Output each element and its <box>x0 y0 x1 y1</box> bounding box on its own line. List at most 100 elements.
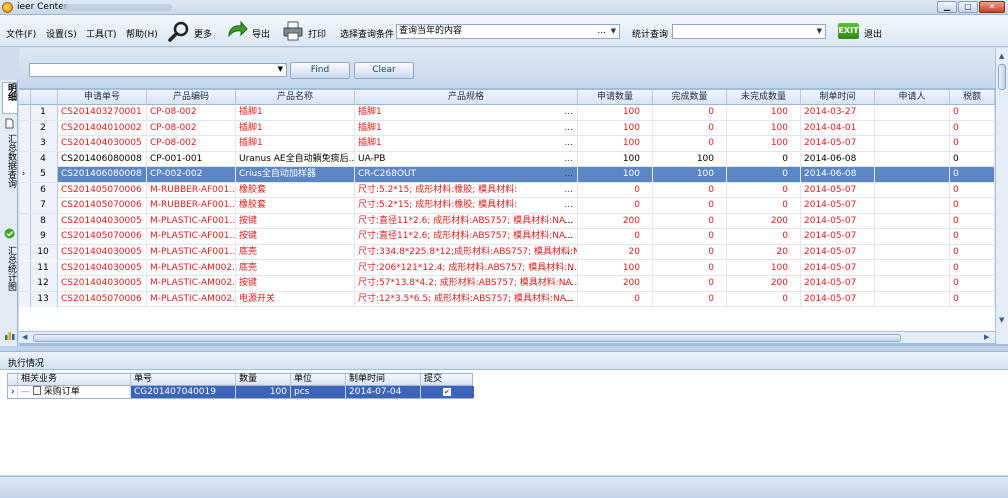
row-indicator[interactable] <box>19 151 31 167</box>
scroll-left-icon[interactable]: ◀ <box>22 333 27 341</box>
undone-qty-cell[interactable]: 100 <box>727 120 801 136</box>
product-name-cell[interactable]: 插脚1 <box>236 120 355 136</box>
header-request-qty[interactable]: 申请数量 <box>578 90 653 105</box>
product-spec-cell[interactable]: 尺寸:57*13.8*4.2; 成形材料:ABS757; 模具材料:NA... <box>355 276 578 292</box>
exec-no-cell[interactable]: CG201407040019 <box>131 386 236 398</box>
request-no-cell[interactable]: CS201404030005 <box>58 136 147 152</box>
applicant-cell[interactable] <box>875 229 950 245</box>
product-name-cell[interactable]: 插脚1 <box>236 136 355 152</box>
tax-cell[interactable]: 0 <box>950 244 995 260</box>
product-code-cell[interactable]: M-PLASTIC-AF001... <box>147 229 236 245</box>
expand-chevron-icon[interactable]: › <box>8 386 18 398</box>
menu-file[interactable]: 文件(F) <box>6 27 36 40</box>
row-index[interactable]: 7 <box>31 198 58 214</box>
applicant-cell[interactable] <box>875 276 950 292</box>
vertical-scroll-thumb[interactable] <box>998 64 1006 90</box>
tax-cell[interactable]: 0 <box>950 260 995 276</box>
exec-business-cell[interactable]: — 采购订单 <box>18 386 131 398</box>
tax-cell[interactable]: 0 <box>950 167 995 183</box>
product-code-cell[interactable]: CP-002-002 <box>147 167 236 183</box>
product-name-cell[interactable]: 按键 <box>236 229 355 245</box>
done-qty-cell[interactable]: 0 <box>653 244 727 260</box>
undone-qty-cell[interactable]: 100 <box>727 105 801 120</box>
row-index[interactable]: 6 <box>31 182 58 198</box>
product-name-cell[interactable]: 插脚1 <box>236 105 355 120</box>
header-request-no[interactable]: 申请单号 <box>58 90 147 105</box>
request-no-cell[interactable]: CS201404010002 <box>58 120 147 136</box>
product-spec-cell[interactable]: 插脚1 <box>355 105 578 120</box>
submitted-checkbox[interactable]: ✔ <box>443 388 451 396</box>
menu-settings[interactable]: 设置(S) <box>46 27 77 40</box>
minimize-button[interactable]: ▁ <box>937 1 957 13</box>
horizontal-scrollbar[interactable]: ◀ ▶ <box>19 331 995 343</box>
create-date-cell[interactable]: 2014-05-07 <box>801 244 875 260</box>
more-label[interactable]: 更多 <box>194 27 212 40</box>
row-index[interactable]: 4 <box>31 151 58 167</box>
product-code-cell[interactable]: M-RUBBER-AF001... <box>147 198 236 214</box>
printer-icon[interactable] <box>282 20 304 42</box>
request-qty-cell[interactable]: 20 <box>578 244 653 260</box>
applicant-cell[interactable] <box>875 120 950 136</box>
applicant-cell[interactable] <box>875 167 950 183</box>
table-row[interactable]: 10 CS201404030005 M-PLASTIC-AF001... 底壳 尺寸:3… <box>19 244 995 261</box>
row-index[interactable]: 12 <box>31 276 58 292</box>
undone-qty-cell[interactable]: 100 <box>727 260 801 276</box>
product-code-cell[interactable]: CP-001-001 <box>147 151 236 167</box>
table-row[interactable]: 7 CS201405070006 M-RUBBER-AF001... 橡胶套 尺寸:5.… <box>19 198 995 214</box>
table-row[interactable]: › 5 CS201406080008 CP-002-002 Crius全自动加样器 CR-… <box>19 167 995 183</box>
table-row[interactable]: 13 CS201405070006 M-PLASTIC-AM002... 电源开关 尺寸… <box>19 291 995 308</box>
header-product-code[interactable]: 产品编码 <box>147 90 236 105</box>
request-no-cell[interactable]: CS201404030005 <box>58 260 147 276</box>
product-code-cell[interactable]: M-RUBBER-AF001... <box>147 182 236 198</box>
request-no-cell[interactable]: CS201405070006 <box>58 198 147 214</box>
product-name-cell[interactable]: 橡胶套 <box>236 198 355 214</box>
exec-header-submitted[interactable]: 提交 <box>421 374 474 385</box>
create-date-cell[interactable]: 2014-05-07 <box>801 198 875 214</box>
product-spec-cell[interactable]: 插脚1 <box>355 136 578 152</box>
create-date-cell[interactable]: 2014-05-07 <box>801 213 875 229</box>
product-code-cell[interactable]: M-PLASTIC-AM002... <box>147 291 236 307</box>
product-name-cell[interactable]: 橡胶套 <box>236 182 355 198</box>
request-no-cell[interactable]: CS201404030005 <box>58 213 147 229</box>
product-name-cell[interactable]: 底壳 <box>236 260 355 276</box>
product-name-cell[interactable]: Crius全自动加样器 <box>236 167 355 183</box>
clear-button[interactable]: Clear <box>354 62 414 79</box>
execution-row[interactable]: › — 采购订单 CG201407040019 100 pcs 2014-07-… <box>7 386 474 399</box>
request-qty-cell[interactable]: 100 <box>578 167 653 183</box>
row-indicator[interactable] <box>19 260 31 276</box>
row-indicator[interactable] <box>19 276 31 292</box>
exec-submitted-cell[interactable]: ✔ <box>421 386 474 398</box>
applicant-cell[interactable] <box>875 291 950 307</box>
create-date-cell[interactable]: 2014-06-08 <box>801 151 875 167</box>
applicant-cell[interactable] <box>875 244 950 260</box>
done-qty-cell[interactable]: 0 <box>653 120 727 136</box>
header-undone-qty[interactable]: 未完成数量 <box>727 90 801 105</box>
row-indicator[interactable] <box>19 244 31 260</box>
header-tax[interactable]: 税额 <box>950 90 995 105</box>
create-date-cell[interactable]: 2014-05-07 <box>801 182 875 198</box>
product-name-cell[interactable]: 底壳 <box>236 244 355 260</box>
row-index[interactable]: 5 <box>31 167 58 183</box>
done-qty-cell[interactable]: 0 <box>653 229 727 245</box>
done-qty-cell[interactable]: 0 <box>653 213 727 229</box>
request-no-cell[interactable]: CS201406080008 <box>58 151 147 167</box>
done-qty-cell[interactable]: 0 <box>653 136 727 152</box>
exec-header-no[interactable]: 单号 <box>131 374 236 385</box>
tax-cell[interactable]: 0 <box>950 120 995 136</box>
tax-cell[interactable]: 0 <box>950 151 995 167</box>
product-spec-cell[interactable]: 尺寸:5.2*15; 成形材料:橡胶; 模具材料: <box>355 198 578 214</box>
product-name-cell[interactable]: 按键 <box>236 276 355 292</box>
tab-summary-query[interactable]: 汇总数据查询 <box>2 134 17 218</box>
undone-qty-cell[interactable]: 200 <box>727 213 801 229</box>
menu-tools[interactable]: 工具(T) <box>86 27 117 40</box>
export-arrow-icon[interactable] <box>226 20 248 42</box>
row-indicator[interactable] <box>19 229 31 245</box>
request-no-cell[interactable]: CS201403270001 <box>58 105 147 120</box>
table-row[interactable]: 3CS201404030005CP-08-002插脚1插脚11000100201… <box>19 136 995 152</box>
undone-qty-cell[interactable]: 0 <box>727 167 801 183</box>
applicant-cell[interactable] <box>875 105 950 120</box>
row-indicator[interactable] <box>19 136 31 152</box>
product-spec-cell[interactable]: UA-PB <box>355 151 578 167</box>
done-qty-cell[interactable]: 0 <box>653 260 727 276</box>
undone-qty-cell[interactable]: 0 <box>727 151 801 167</box>
